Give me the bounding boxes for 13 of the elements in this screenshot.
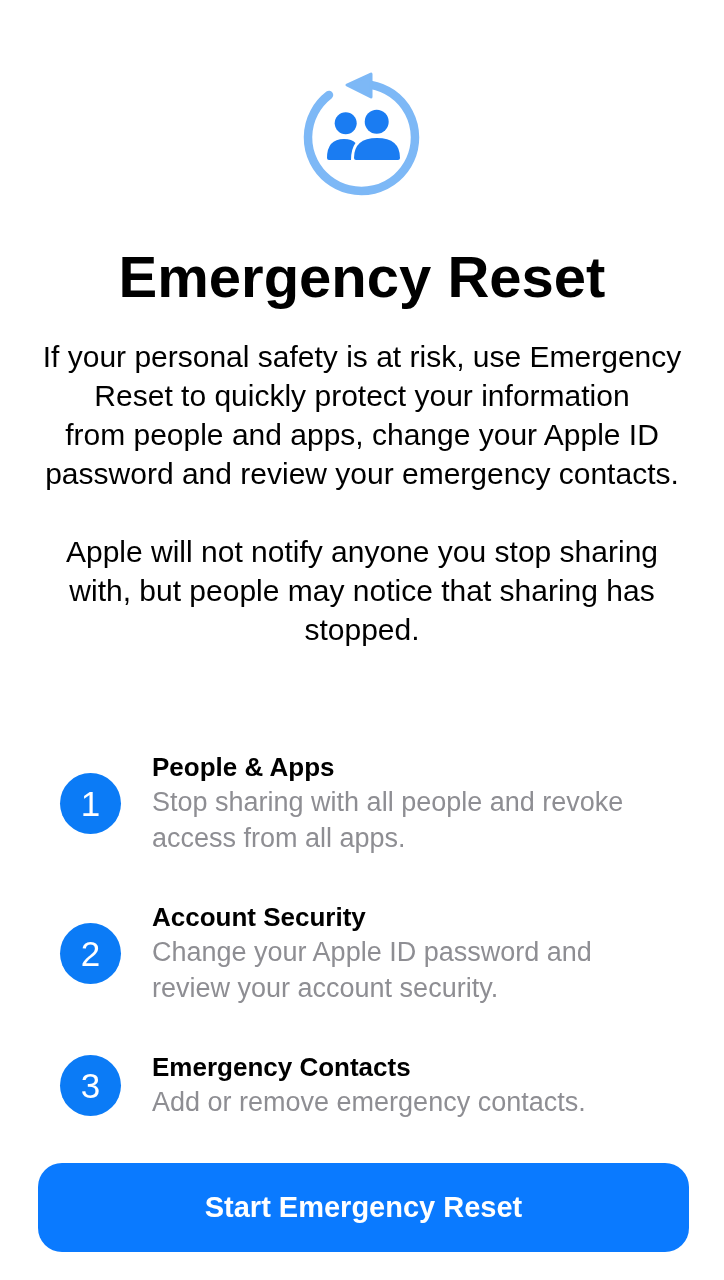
step-description: Stop sharing with all people and revoke access from all apps.: [152, 786, 625, 855]
step-description: Add or remove emergency contacts.: [152, 1086, 587, 1119]
info-paragraph: Apple will not notify anyone you stop sharing with, but people may notice that sharing has stopped.: [65, 534, 658, 648]
step-title: People & Apps: [152, 751, 336, 784]
page-title: Emergency Reset: [118, 245, 606, 309]
step-number: 2: [60, 922, 121, 984]
step-number: 1: [60, 772, 121, 834]
step-title: Account Security: [152, 901, 367, 934]
step-title: Emergency Contacts: [152, 1051, 412, 1084]
start-reset-button[interactable]: Start Emergency Reset: [38, 1163, 689, 1252]
step-number: 3: [60, 1054, 121, 1116]
info-paragraph: If your personal safety is at risk, use Emergency Reset to quickly protect your information from people and apps, change your Apple ID password and review your emergency contacts.: [42, 339, 682, 492]
step-description: Change your Apple ID password and review your account security.: [152, 936, 593, 1005]
